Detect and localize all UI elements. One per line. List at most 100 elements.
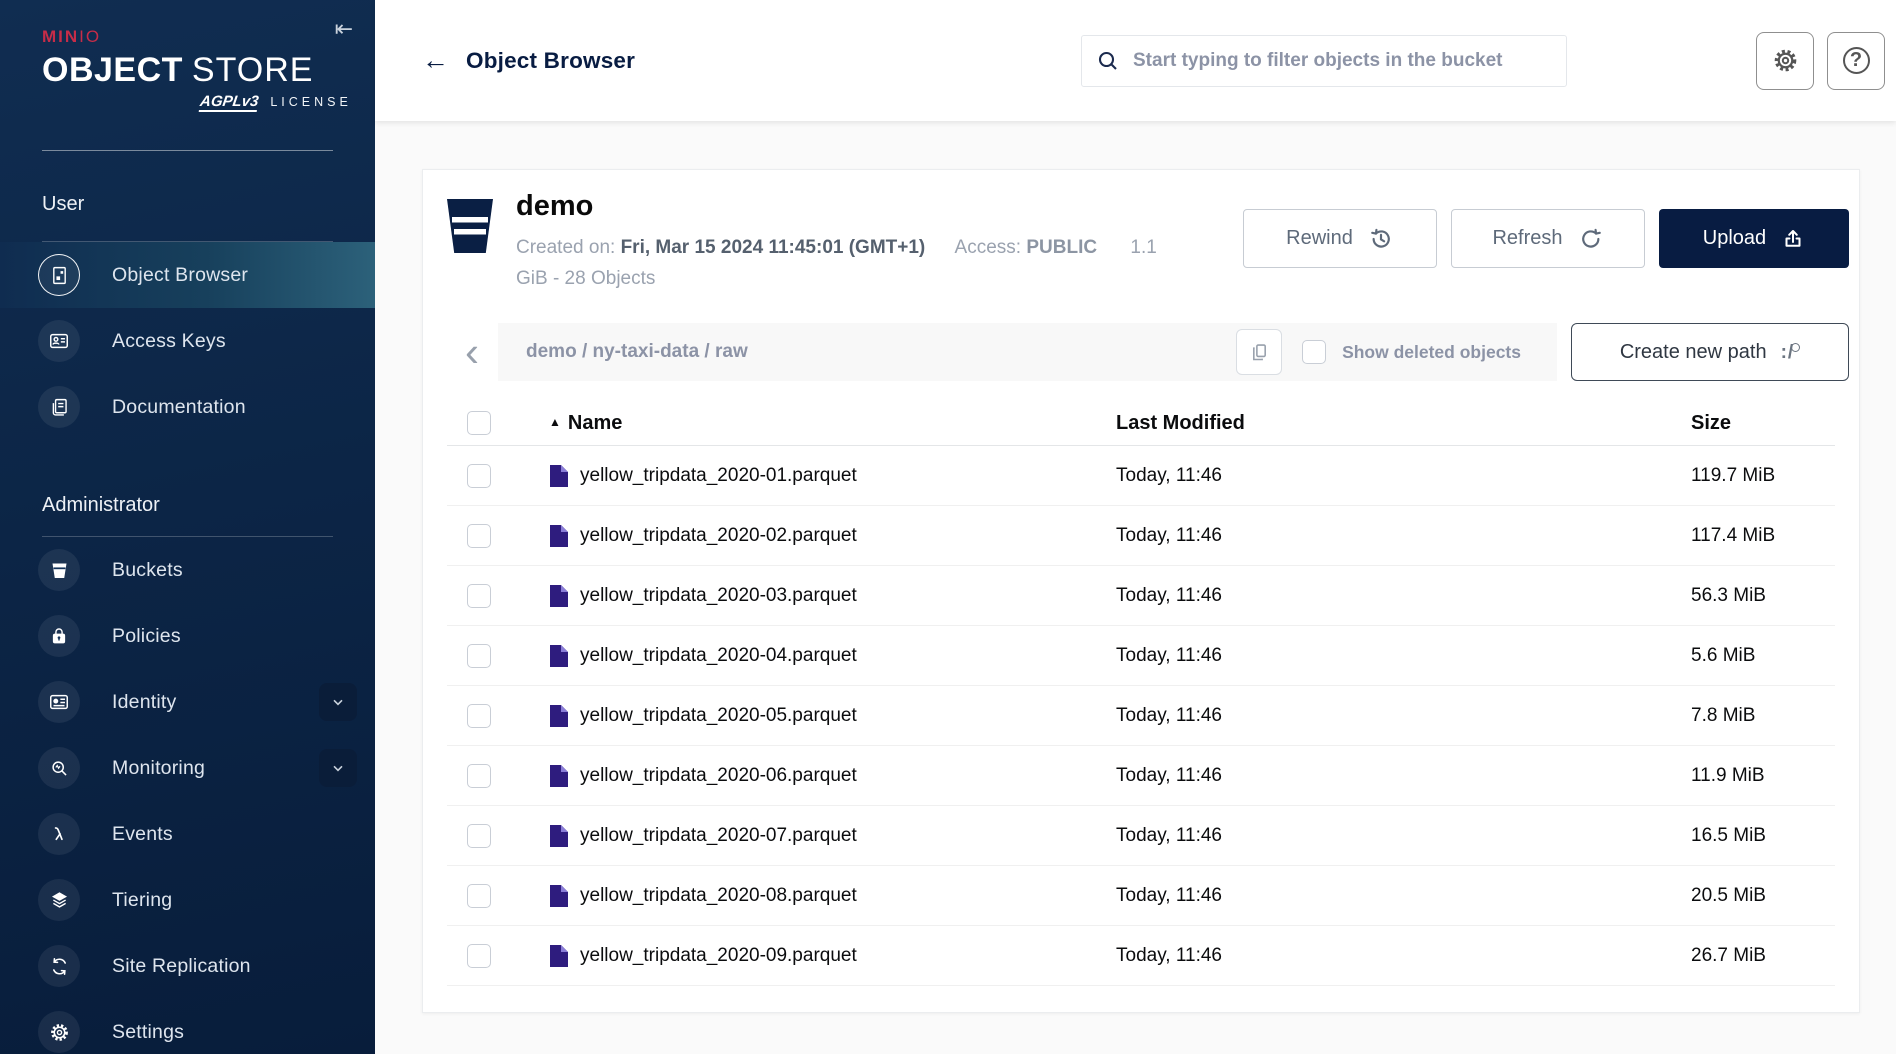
sort-asc-icon: ▲ <box>549 415 561 429</box>
replication-arrows-icon <box>38 945 80 987</box>
object-name-cell: yellow_tripdata_2020-08.parquet <box>549 884 1116 908</box>
brand-min-text: MIN <box>42 27 79 46</box>
row-checkbox[interactable] <box>467 644 491 668</box>
logo-title: OBJECTSTORE <box>42 48 375 92</box>
sidebar-item-label: Buckets <box>112 559 183 582</box>
parquet-file-icon <box>549 704 569 728</box>
table-row[interactable]: yellow_tripdata_2020-02.parquet Today, 1… <box>447 506 1835 566</box>
refresh-button[interactable]: Refresh <box>1451 209 1645 268</box>
chevron-down-icon[interactable] <box>319 683 357 721</box>
sidebar-item-access-keys[interactable]: Access Keys <box>0 308 375 374</box>
parquet-file-icon <box>549 524 569 548</box>
content-area: demo Created on: Fri, Mar 15 2024 11:45:… <box>375 121 1896 1054</box>
sidebar-item-label: Object Browser <box>112 264 248 287</box>
monitoring-icon <box>38 747 80 789</box>
bucket-icon <box>38 549 80 591</box>
topbar-actions: ? <box>1756 32 1885 90</box>
object-name: yellow_tripdata_2020-08.parquet <box>580 885 857 907</box>
sidebar-item-identity[interactable]: Identity <box>0 669 375 735</box>
object-size: 5.6 MiB <box>1691 645 1835 667</box>
create-new-path-button[interactable]: Create new path :/ <box>1571 323 1849 381</box>
object-size: 56.3 MiB <box>1691 585 1835 607</box>
sidebar-item-buckets[interactable]: Buckets <box>0 537 375 603</box>
object-name: yellow_tripdata_2020-04.parquet <box>580 645 857 667</box>
row-checkbox[interactable] <box>467 884 491 908</box>
table-row[interactable]: yellow_tripdata_2020-04.parquet Today, 1… <box>447 626 1835 686</box>
sidebar-item-tiering[interactable]: Tiering <box>0 867 375 933</box>
show-deleted-label[interactable]: Show deleted objects <box>1342 342 1521 363</box>
top-bar: ← Object Browser ? <box>375 0 1896 121</box>
minio-brand: MINIO <box>42 26 375 48</box>
upload-button[interactable]: Upload <box>1659 209 1849 268</box>
settings-button[interactable] <box>1756 32 1814 90</box>
parquet-file-icon <box>549 584 569 608</box>
path-back-icon[interactable]: ‹ <box>446 332 498 372</box>
column-header-modified: Last Modified <box>1116 412 1691 435</box>
table-row[interactable]: yellow_tripdata_2020-08.parquet Today, 1… <box>447 866 1835 926</box>
rewind-button-label: Rewind <box>1286 227 1353 250</box>
object-name: yellow_tripdata_2020-09.parquet <box>580 945 857 967</box>
minio-logo: MINIO OBJECTSTORE AGPLv3 LICENSE <box>0 0 375 112</box>
column-header-name[interactable]: ▲Name <box>549 412 1116 435</box>
upload-icon <box>1781 227 1805 251</box>
sidebar-item-label: Access Keys <box>112 330 226 353</box>
sidebar-item-events[interactable]: Events <box>0 801 375 867</box>
object-name: yellow_tripdata_2020-06.parquet <box>580 765 857 787</box>
help-button[interactable]: ? <box>1827 32 1885 90</box>
sidebar-item-label: Policies <box>112 625 181 648</box>
row-checkbox[interactable] <box>467 464 491 488</box>
sidebar-item-site-replication[interactable]: Site Replication <box>0 933 375 999</box>
table-row[interactable]: yellow_tripdata_2020-06.parquet Today, 1… <box>447 746 1835 806</box>
object-size: 7.8 MiB <box>1691 705 1835 727</box>
sidebar-collapse-icon[interactable]: ⇤ <box>335 16 353 42</box>
copy-path-button[interactable] <box>1236 329 1282 375</box>
row-checkbox[interactable] <box>467 704 491 728</box>
table-row[interactable]: yellow_tripdata_2020-01.parquet Today, 1… <box>447 446 1835 506</box>
parquet-file-icon <box>549 464 569 488</box>
bucket-icon <box>446 198 494 294</box>
row-checkbox[interactable] <box>467 944 491 968</box>
row-checkbox[interactable] <box>467 764 491 788</box>
object-size: 11.9 MiB <box>1691 765 1835 787</box>
object-name-cell: yellow_tripdata_2020-01.parquet <box>549 464 1116 488</box>
row-checkbox[interactable] <box>467 584 491 608</box>
agpl-badge: AGPLv3 <box>199 93 260 112</box>
row-checkbox[interactable] <box>467 524 491 548</box>
sidebar-item-settings[interactable]: Settings <box>0 999 375 1054</box>
back-arrow-icon[interactable]: ← <box>422 47 449 74</box>
filter-objects-input[interactable] <box>1133 50 1552 72</box>
refresh-icon <box>1578 226 1604 252</box>
path-bar: demo / ny-taxi-data / raw Show deleted o… <box>498 323 1557 381</box>
row-checkbox[interactable] <box>467 824 491 848</box>
sidebar-item-policies[interactable]: Policies <box>0 603 375 669</box>
chevron-down-icon[interactable] <box>319 749 357 787</box>
search-icon <box>1096 49 1120 73</box>
parquet-file-icon <box>549 884 569 908</box>
bucket-actions: Rewind Refresh Upload <box>1243 188 1849 294</box>
table-row[interactable]: yellow_tripdata_2020-09.parquet Today, 1… <box>447 926 1835 986</box>
sidebar-item-monitoring[interactable]: Monitoring <box>0 735 375 801</box>
table-row[interactable]: yellow_tripdata_2020-03.parquet Today, 1… <box>447 566 1835 626</box>
object-name-cell: yellow_tripdata_2020-04.parquet <box>549 644 1116 668</box>
parquet-file-icon <box>549 944 569 968</box>
show-deleted-checkbox[interactable] <box>1302 340 1326 364</box>
layers-icon <box>38 879 80 921</box>
page-title-wrap: ← Object Browser <box>422 47 892 74</box>
sidebar-item-object-browser[interactable]: Object Browser <box>0 242 375 308</box>
table-header: ▲Name Last Modified Size <box>447 401 1835 446</box>
select-all-checkbox[interactable] <box>467 411 491 435</box>
sidebar-item-documentation[interactable]: Documentation <box>0 374 375 440</box>
breadcrumb[interactable]: demo / ny-taxi-data / raw <box>526 341 1216 363</box>
object-modified: Today, 11:46 <box>1116 825 1691 847</box>
rewind-button[interactable]: Rewind <box>1243 209 1437 268</box>
sidebar-item-label: Settings <box>112 1021 184 1044</box>
table-row[interactable]: yellow_tripdata_2020-05.parquet Today, 1… <box>447 686 1835 746</box>
object-name: yellow_tripdata_2020-02.parquet <box>580 525 857 547</box>
table-row[interactable]: yellow_tripdata_2020-07.parquet Today, 1… <box>447 806 1835 866</box>
object-modified: Today, 11:46 <box>1116 885 1691 907</box>
refresh-button-label: Refresh <box>1492 227 1562 250</box>
sidebar: ⇤ MINIO OBJECTSTORE AGPLv3 LICENSE User … <box>0 0 375 1054</box>
object-name: yellow_tripdata_2020-01.parquet <box>580 465 857 487</box>
lambda-icon <box>38 813 80 855</box>
identity-icon <box>38 681 80 723</box>
